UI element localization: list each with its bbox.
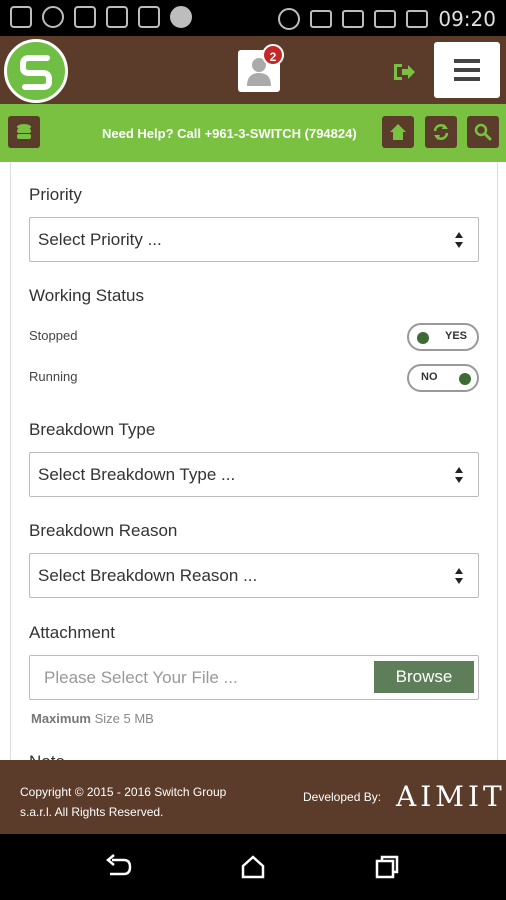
check-icon [170,6,192,28]
clock: 09:20 [438,7,496,31]
signal-2-icon [374,10,397,28]
breakdown-type-label: Breakdown Type [29,420,156,439]
home-nav-icon[interactable] [240,854,266,880]
help-phone-text: Need Help? Call +961-3-SWITCH (794824) [102,126,357,141]
toggle-knob [417,332,429,344]
stopped-toggle-label: YES [445,330,468,342]
select-arrows-icon [455,568,463,584]
file-input-placeholder: Please Select Your File ... [44,668,238,687]
copyright-text: Copyright © 2015 - 2016 Switch Group s.a… [20,785,227,819]
help-bar: Need Help? Call +961-3-SWITCH (794824) [0,104,506,162]
home-icon [390,124,406,140]
refresh-button[interactable] [425,116,457,148]
database-button[interactable] [8,116,40,148]
stopped-toggle[interactable]: YES [407,323,479,351]
select-arrows-icon [455,232,463,248]
breakdown-reason-select[interactable]: Select Breakdown Reason ... [29,553,479,598]
status-bar: 09:20 [0,0,506,36]
call-icon [42,6,64,28]
file-input[interactable]: Please Select Your File ... Browse [29,655,479,700]
footer: Copyright © 2015 - 2016 Switch Group s.a… [0,760,506,834]
logout-icon [394,64,415,80]
breakdown-type-select[interactable]: Select Breakdown Type ... [29,452,479,497]
logo-s-icon [20,55,52,90]
toggle-knob [459,373,471,385]
note-label: Note [29,752,65,760]
alarm-icon [278,8,301,30]
sim-icon [10,6,32,28]
developer-logo[interactable]: AIMIT [396,780,506,813]
app-header: 2 [0,36,506,104]
attachment-label: Attachment [29,623,115,642]
usb-icon [138,6,160,28]
back-icon[interactable] [104,854,132,880]
logout-button[interactable] [392,62,416,87]
recents-icon[interactable] [374,854,400,880]
menu-bar-icon [454,68,480,72]
priority-label: Priority [29,185,82,204]
select-arrows-icon [455,467,463,483]
breakdown-type-select-value: Select Breakdown Type ... [38,465,236,484]
wifi-icon [310,10,333,28]
menu-button[interactable] [434,42,500,98]
developed-by-label: Developed By: [303,790,382,804]
activity-icon [74,6,96,28]
working-status-label: Working Status [29,286,144,305]
signal-icon [342,10,365,28]
running-toggle[interactable]: NO [407,364,479,392]
max-size-text: Size 5 MB [90,711,154,726]
priority-select[interactable]: Select Priority ... [29,217,479,262]
breakdown-form: Priority Select Priority ... Working Sta… [10,162,498,760]
menu-bar-icon [454,59,480,63]
running-label: Running [29,369,78,384]
home-button[interactable] [382,116,414,148]
stopped-label: Stopped [29,328,78,343]
search-button[interactable] [467,116,499,148]
refresh-icon [433,124,449,140]
max-size-hint: Maximum Size 5 MB [31,711,154,726]
search-icon [474,123,492,141]
priority-select-value: Select Priority ... [38,230,162,249]
menu-bar-icon [454,77,480,81]
notification-badge: 2 [262,44,284,66]
breakdown-reason-select-value: Select Breakdown Reason ... [38,566,258,585]
browse-button[interactable]: Browse [374,661,474,693]
breakdown-reason-label: Breakdown Reason [29,521,178,540]
chart-icon [106,6,128,28]
running-toggle-label: NO [421,371,438,383]
app-logo[interactable] [4,39,68,103]
system-nav-bar [0,834,506,900]
database-icon [17,124,31,139]
battery-icon [406,10,429,28]
max-size-bold: Maximum [31,711,91,726]
